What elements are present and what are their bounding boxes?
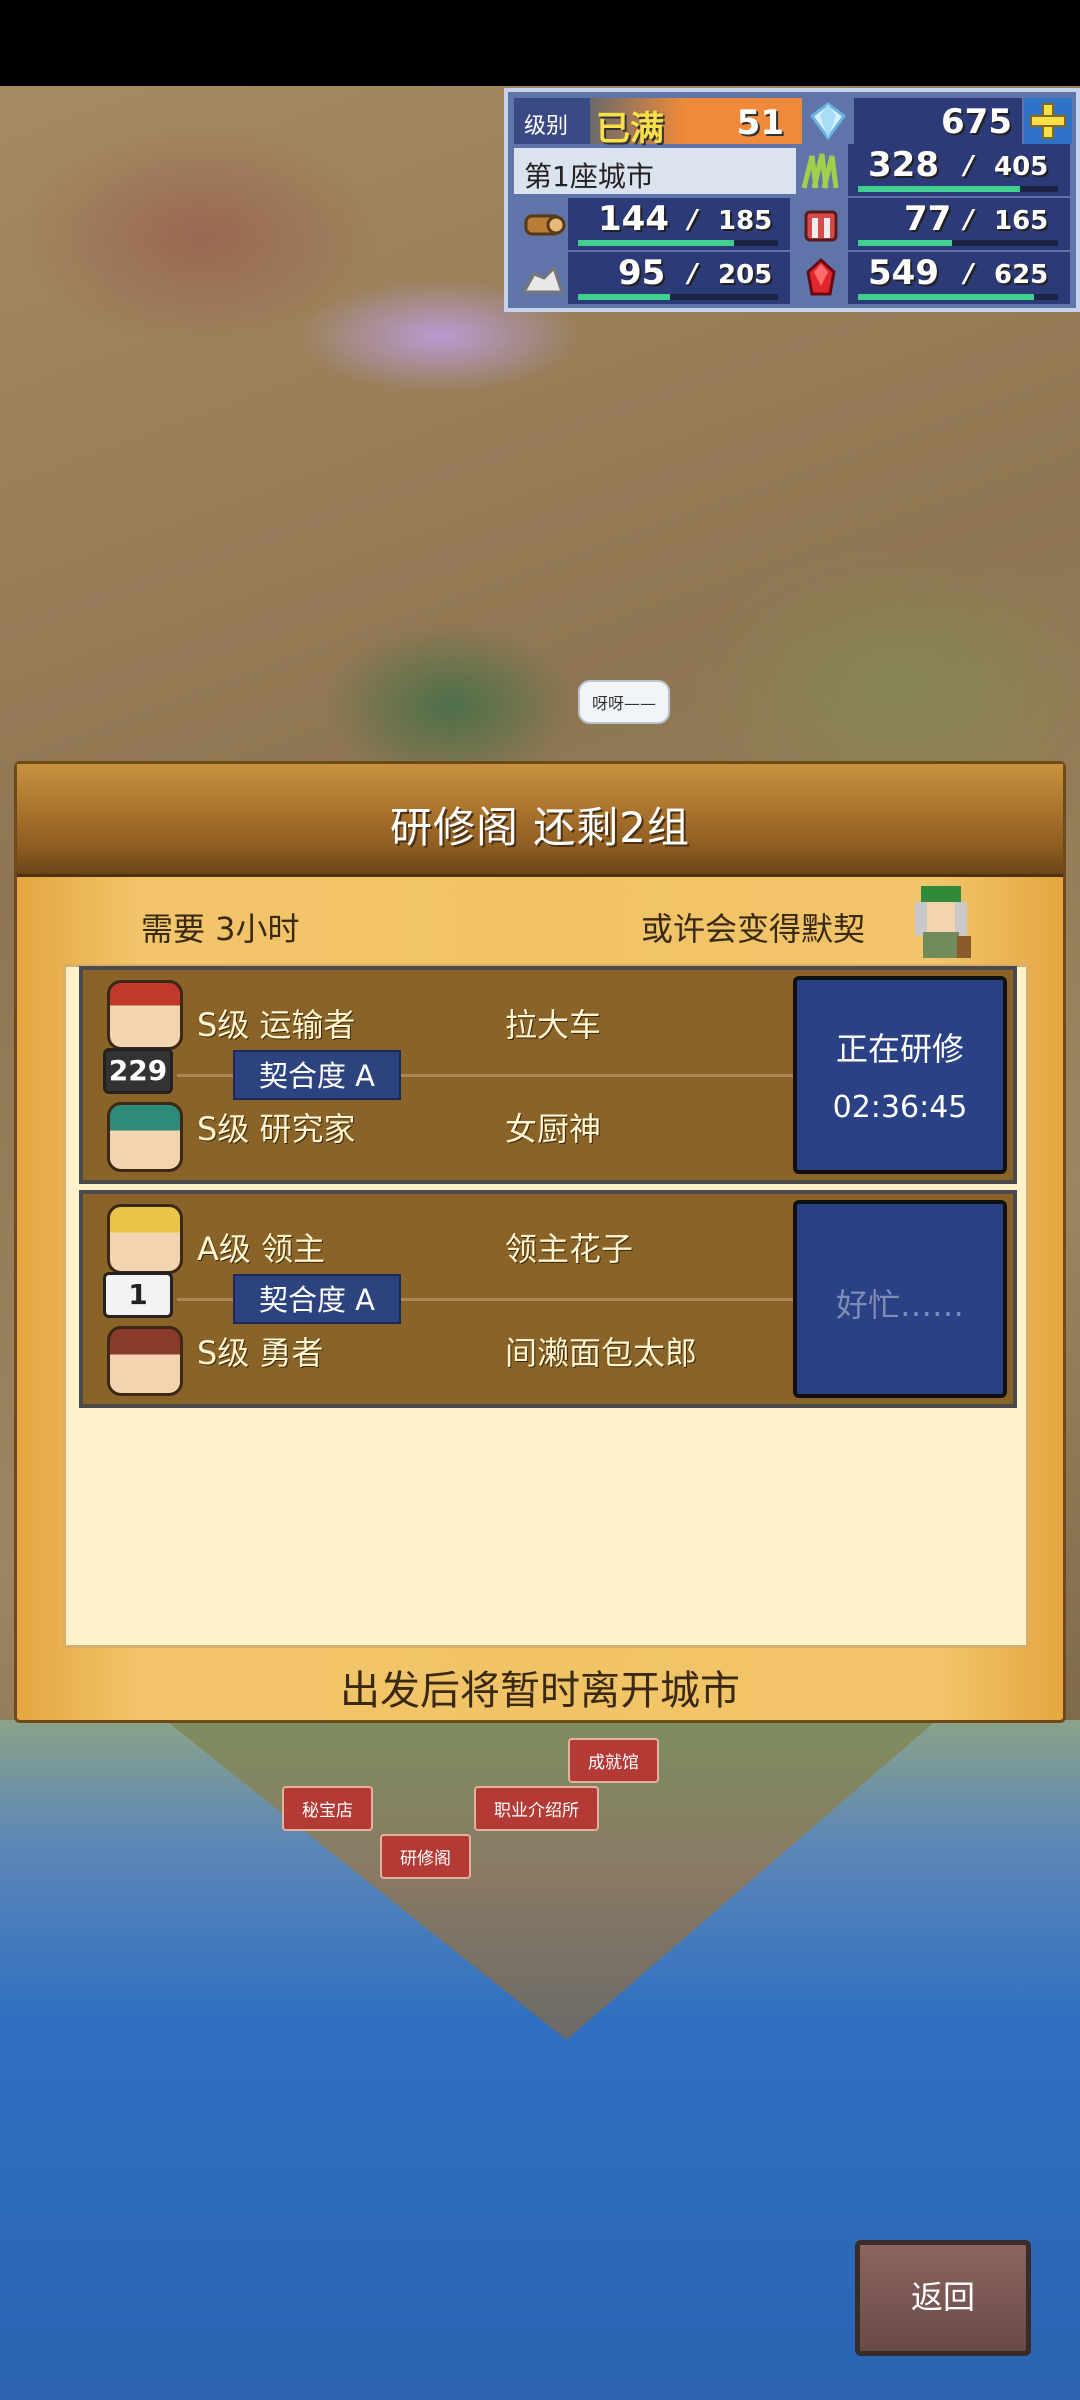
grass-bar xyxy=(858,186,1058,192)
avatar-badge: 229 xyxy=(103,1048,173,1094)
member-rank-job: S级 勇者 xyxy=(197,1334,324,1372)
grass-max: 405 xyxy=(994,152,1049,182)
wood-max: 185 xyxy=(718,206,773,236)
level-label: 级别 xyxy=(524,114,569,139)
ore-icon xyxy=(520,256,566,302)
status-label: 正在研修 xyxy=(835,1030,964,1068)
add-gems-button[interactable] xyxy=(1024,98,1072,144)
ore-max: 205 xyxy=(718,260,773,290)
affinity-badge: 契合度 A xyxy=(233,1050,401,1100)
plus-icon xyxy=(1030,103,1066,139)
avatar-badge: 1 xyxy=(103,1272,173,1318)
member-name: 拉大车 xyxy=(505,1006,602,1044)
member-name: 领主花子 xyxy=(505,1230,634,1268)
tools-icon xyxy=(798,202,844,248)
gem-box: 675 xyxy=(854,98,1022,144)
panel-footer: 出发后将暂时离开城市 xyxy=(340,1668,740,1714)
ruby-bar xyxy=(858,294,1058,300)
city-name-box[interactable]: 第1座城市 xyxy=(514,148,796,194)
wood-icon xyxy=(520,202,566,248)
member-name: 间濑面包太郎 xyxy=(505,1334,698,1372)
training-panel: 研修阁 还剩2组 需要 3小时 或许会变得默契 229 S级 运输者 拉大车 契… xyxy=(14,761,1066,1723)
training-status-button[interactable]: 正在研修 02:36:45 xyxy=(793,976,1007,1174)
member-rank-job: A级 领主 xyxy=(197,1230,326,1268)
speech-bubble: 呀呀—— xyxy=(578,680,671,724)
ruby-current: 549 xyxy=(868,253,939,293)
advisor-avatar xyxy=(907,880,977,960)
character-avatar xyxy=(107,980,183,1050)
pair-row[interactable]: 229 S级 运输者 拉大车 契合度 A S级 研究家 女厨神 正在研修 02:… xyxy=(79,966,1017,1184)
member-rank-job: S级 运输者 xyxy=(197,1006,356,1044)
member-name: 女厨神 xyxy=(505,1110,602,1148)
status-label: 好忙…… xyxy=(835,1286,964,1324)
level-status: 已满 xyxy=(596,109,664,149)
resource-ruby: 549 / 625 xyxy=(794,252,1074,306)
gem-count: 675 xyxy=(941,102,1012,142)
member-rank-job: S级 研究家 xyxy=(197,1110,356,1148)
resource-grass: 328 / 405 xyxy=(794,144,1074,198)
grass-icon xyxy=(798,148,844,194)
wood-bar xyxy=(578,240,778,246)
affinity-hint: 或许会变得默契 xyxy=(641,910,866,948)
level-label-box: 级别 xyxy=(514,98,590,144)
training-status-button[interactable]: 好忙…… xyxy=(793,1200,1007,1398)
status-bar xyxy=(0,0,1080,86)
resource-tools: 77 / 165 xyxy=(794,198,1074,252)
tools-max: 165 xyxy=(994,206,1049,236)
map-label-job-agency[interactable]: 职业介绍所 xyxy=(474,1786,599,1831)
character-avatar xyxy=(107,1326,183,1396)
grass-current: 328 xyxy=(868,145,939,185)
pair-row[interactable]: 1 A级 领主 领主花子 契合度 A S级 勇者 间濑面包太郎 好忙…… xyxy=(79,1190,1017,1408)
diamond-icon xyxy=(806,98,850,144)
city-name: 第1座城市 xyxy=(524,160,654,193)
ore-bar xyxy=(578,294,778,300)
time-requirement: 需要 3小时 xyxy=(141,910,300,948)
map-label-treasure-shop[interactable]: 秘宝店 xyxy=(282,1786,373,1831)
level-value: 51 xyxy=(736,103,784,143)
character-avatar xyxy=(107,1102,183,1172)
resource-ore: 95 / 205 xyxy=(510,252,794,306)
status-timer: 02:36:45 xyxy=(832,1090,968,1125)
tools-bar xyxy=(858,240,1058,246)
tools-current: 77 xyxy=(904,199,952,239)
panel-header: 研修阁 还剩2组 xyxy=(17,764,1063,877)
character-avatar xyxy=(107,1204,183,1274)
ruby-max: 625 xyxy=(994,260,1049,290)
map-label-achievement-hall[interactable]: 成就馆 xyxy=(568,1738,659,1783)
resource-wood: 144 / 185 xyxy=(510,198,794,252)
panel-title: 研修阁 还剩2组 xyxy=(389,803,691,852)
ore-current: 95 xyxy=(618,253,666,293)
ruby-icon xyxy=(798,256,844,302)
map-label-training-pavilion[interactable]: 研修阁 xyxy=(380,1834,471,1879)
wood-current: 144 xyxy=(598,199,669,239)
affinity-badge: 契合度 A xyxy=(233,1274,401,1324)
back-button[interactable]: 返回 xyxy=(855,2240,1031,2356)
level-box: 已满 51 xyxy=(590,98,802,149)
